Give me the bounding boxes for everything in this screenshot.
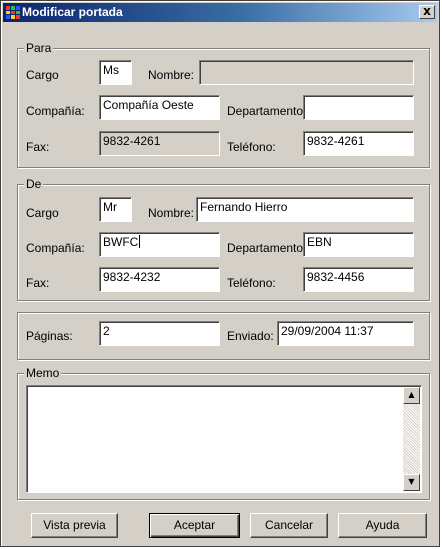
para-departamento-label: Departamento: [227, 104, 304, 118]
paginas-label: Páginas:: [26, 329, 73, 343]
para-fax-label: Fax:: [26, 140, 50, 154]
para-legend: Para: [24, 41, 54, 55]
de-telefono-field[interactable]: 9832-4456: [303, 267, 414, 292]
enviado-label: Enviado:: [227, 329, 274, 343]
paginas-field[interactable]: 2: [99, 321, 220, 346]
de-fax-label: Fax:: [26, 276, 50, 290]
de-telefono-label: Teléfono:: [227, 276, 276, 290]
de-compania-text: BWFC: [103, 235, 139, 249]
accept-button[interactable]: Aceptar: [149, 513, 240, 538]
para-compania-label: Compañía:: [26, 104, 85, 118]
de-compania-field[interactable]: BWFC: [99, 232, 220, 257]
de-compania-label: Compañía:: [26, 241, 85, 255]
para-cargo-field[interactable]: Ms: [99, 60, 132, 85]
de-nombre-field[interactable]: Fernando Hierro: [196, 197, 414, 222]
help-button[interactable]: Ayuda: [338, 513, 427, 538]
de-cargo-label: Cargo: [26, 206, 59, 220]
window-title: Modificar portada: [22, 5, 123, 19]
memo-legend: Memo: [24, 366, 62, 380]
enviado-field[interactable]: 29/09/2004 11:37: [277, 321, 414, 346]
scroll-up-icon[interactable]: ▲: [403, 387, 420, 404]
de-nombre-label: Nombre:: [148, 206, 195, 220]
preview-button[interactable]: Vista previa: [31, 513, 118, 538]
text-caret: [139, 235, 141, 248]
de-departamento-label: Departamento: [227, 241, 304, 255]
para-telefono-field[interactable]: 9832-4261: [303, 131, 414, 156]
memo-scrollbar[interactable]: ▲ ▼: [403, 387, 420, 491]
para-nombre-label: Nombre:: [148, 68, 195, 82]
para-cargo-label: Cargo: [26, 68, 59, 82]
para-telefono-label: Teléfono:: [227, 140, 276, 154]
para-compania-field[interactable]: Compañía Oeste: [99, 95, 220, 120]
memo-textarea[interactable]: ▲ ▼: [26, 385, 422, 493]
de-legend: De: [24, 177, 44, 191]
scroll-down-icon[interactable]: ▼: [403, 474, 420, 491]
para-departamento-field[interactable]: [303, 95, 414, 120]
close-icon: x: [423, 4, 431, 18]
de-departamento-field[interactable]: EBN: [303, 232, 414, 257]
para-nombre-field[interactable]: [199, 60, 414, 85]
de-fax-field[interactable]: 9832-4232: [99, 267, 220, 292]
dialog-window: Modificar portada x Para Cargo Ms Nombre…: [0, 0, 440, 547]
close-button[interactable]: x: [419, 5, 435, 19]
de-cargo-field[interactable]: Mr: [99, 197, 132, 222]
app-icon: [6, 6, 20, 19]
para-fax-field: 9832-4261: [99, 131, 220, 156]
title-bar[interactable]: Modificar portada x: [3, 3, 437, 22]
cancel-button[interactable]: Cancelar: [250, 513, 328, 538]
